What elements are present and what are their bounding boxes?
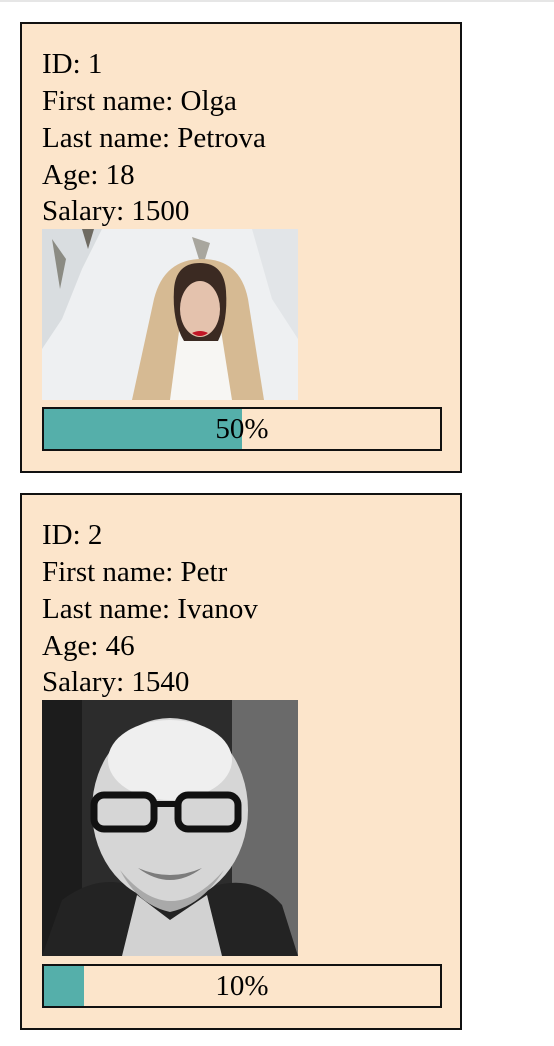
progress-label: 10% [215, 970, 269, 1002]
employee-first-name: First name: Olga [42, 85, 237, 117]
progress-bar: 50% [42, 407, 442, 451]
employee-age: Age: 46 [42, 630, 135, 662]
employee-card-2: ID: 2 First name: Petr Last name: Ivanov… [20, 493, 462, 1030]
top-divider [0, 0, 554, 2]
employee-card-1: ID: 1 First name: Olga Last name: Petrov… [20, 22, 462, 473]
employee-photo [42, 700, 298, 956]
employee-last-name: Last name: Ivanov [42, 593, 258, 625]
employee-first-name: First name: Petr [42, 556, 228, 588]
employee-id: ID: 1 [42, 48, 103, 80]
employee-age: Age: 18 [42, 159, 135, 191]
progress-label: 50% [215, 413, 269, 445]
employee-salary: Salary: 1540 [42, 666, 190, 698]
employee-salary: Salary: 1500 [42, 195, 190, 227]
employee-id: ID: 2 [42, 519, 103, 551]
progress-bar: 10% [42, 964, 442, 1008]
employee-photo [42, 229, 298, 400]
employee-last-name: Last name: Petrova [42, 122, 266, 154]
